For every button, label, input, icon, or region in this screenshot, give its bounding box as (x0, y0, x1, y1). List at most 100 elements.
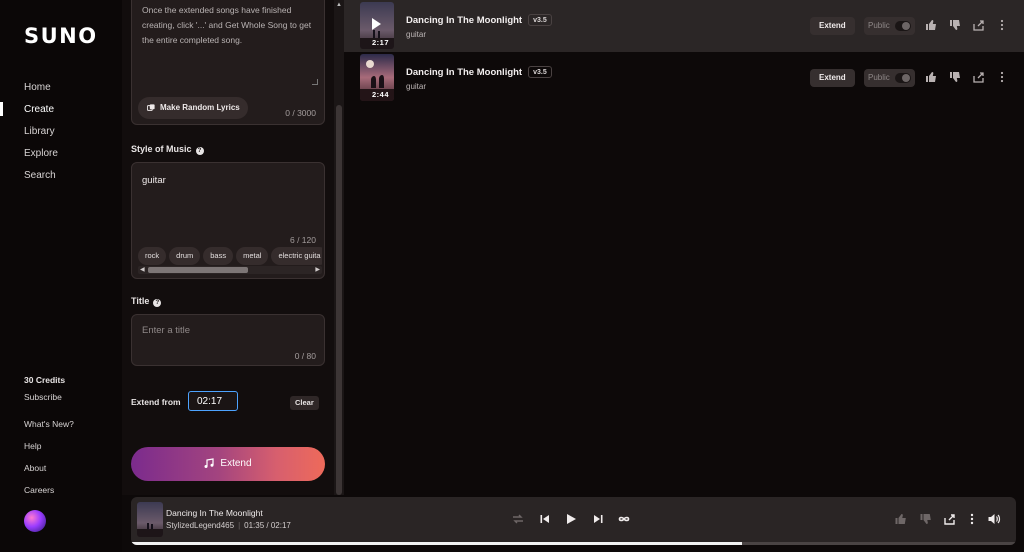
title-input[interactable] (142, 325, 312, 336)
version-badge: v3.5 (528, 66, 552, 78)
public-toggle[interactable]: Public (864, 17, 915, 35)
public-toggle[interactable]: Public (864, 69, 915, 87)
make-random-lyrics-button[interactable]: Make Random Lyrics (138, 97, 248, 119)
nav-active-indicator (0, 102, 3, 116)
thumbs-down-icon[interactable] (949, 71, 961, 83)
title-counter: 0 / 80 (294, 351, 316, 361)
user-avatar[interactable] (24, 510, 46, 532)
lyrics-counter: 0 / 3000 (285, 108, 316, 118)
lyrics-box[interactable]: Once the extended songs have finished cr… (131, 0, 325, 125)
song-cover[interactable]: 2:44 (360, 54, 394, 101)
toggle-switch[interactable] (895, 21, 911, 31)
share-icon[interactable] (943, 512, 957, 526)
chips-scrollbar[interactable]: ◀ ▶ (138, 266, 322, 274)
style-chips: rock drum bass metal electric guita (138, 245, 322, 265)
title-label: Title? (131, 296, 162, 307)
careers-link[interactable]: Careers (24, 485, 54, 495)
song-title-text: Dancing In The Moonlight (406, 15, 523, 26)
repeat-icon[interactable] (511, 512, 525, 526)
scroll-right-icon[interactable]: ▶ (315, 266, 320, 274)
song-title[interactable]: Dancing In The Moonlight v3.5 (406, 66, 552, 78)
song-row[interactable]: 2:44 Dancing In The Moonlight v3.5 guitar… (344, 52, 1024, 104)
player-artist[interactable]: StylizedLegend465 (166, 521, 234, 530)
thumbs-down-icon[interactable] (919, 512, 933, 526)
song-cover[interactable]: 2:17 (360, 2, 394, 49)
player-cover[interactable] (137, 502, 163, 537)
title-label-text: Title (131, 296, 150, 306)
share-icon[interactable] (973, 19, 985, 31)
extend-button-label: Extend (220, 458, 252, 469)
panel-scrollbar-thumb[interactable] (336, 105, 342, 495)
style-chip-electric-guitar[interactable]: electric guita (271, 247, 322, 265)
app: SUNO Home Create Library Explore Search … (0, 0, 1024, 552)
style-chip-drum[interactable]: drum (169, 247, 201, 265)
left-nav: SUNO Home Create Library Explore Search … (0, 0, 122, 552)
make-random-lyrics-label: Make Random Lyrics (160, 103, 240, 112)
song-title-text: Dancing In The Moonlight (406, 67, 523, 78)
extend-song-button[interactable]: Extend (810, 17, 855, 35)
help-icon[interactable]: ? (195, 147, 204, 155)
extend-from-input[interactable] (188, 391, 238, 411)
song-duration: 2:17 (372, 38, 390, 47)
nav-item-search[interactable]: Search (24, 170, 56, 181)
thumbs-up-icon[interactable] (925, 71, 937, 83)
extend-button[interactable]: Extend (131, 447, 325, 481)
thumbs-up-icon[interactable] (925, 19, 937, 31)
style-of-music-text: Style of Music (131, 144, 192, 154)
song-title[interactable]: Dancing In The Moonlight v3.5 (406, 14, 552, 26)
song-row[interactable]: 2:17 Dancing In The Moonlight v3.5 guitar… (344, 0, 1024, 52)
thumbs-up-icon[interactable] (894, 512, 908, 526)
share-icon[interactable] (973, 71, 985, 83)
toggle-switch[interactable] (895, 73, 911, 83)
player-time: 01:35 / 02:17 (244, 521, 291, 530)
volume-icon[interactable] (987, 512, 1001, 526)
player-cover-art (137, 502, 163, 537)
public-label: Public (868, 73, 890, 82)
song-style: guitar (406, 82, 427, 91)
resize-grip-icon[interactable] (312, 79, 318, 85)
scroll-up-icon[interactable]: ▲ (336, 2, 342, 8)
nav-item-library[interactable]: Library (24, 126, 55, 137)
lyrics-text[interactable]: Once the extended songs have finished cr… (142, 3, 320, 48)
player-song-title[interactable]: Dancing In The Moonlight (166, 508, 263, 518)
play-icon[interactable] (564, 512, 578, 526)
about-link[interactable]: About (24, 463, 46, 473)
playback-progress-bar[interactable] (131, 542, 1016, 545)
public-label: Public (868, 21, 890, 30)
clear-button[interactable]: Clear (290, 396, 319, 410)
style-chip-metal[interactable]: metal (236, 247, 269, 265)
nav-item-explore[interactable]: Explore (24, 148, 58, 159)
nav-item-home[interactable]: Home (24, 82, 51, 93)
style-of-music-input[interactable]: guitar (142, 175, 166, 186)
thumbs-down-icon[interactable] (949, 19, 961, 31)
extend-song-button[interactable]: Extend (810, 69, 855, 87)
more-options-icon[interactable] (996, 19, 1008, 31)
whats-new-link[interactable]: What's New? (24, 419, 74, 429)
style-chip-rock[interactable]: rock (138, 247, 167, 265)
scroll-left-icon[interactable]: ◀ (140, 266, 145, 274)
song-style: guitar (406, 30, 427, 39)
more-options-icon[interactable] (965, 512, 979, 526)
nav-item-create[interactable]: Create (24, 104, 54, 115)
title-box: 0 / 80 (131, 314, 325, 366)
help-icon[interactable]: ? (153, 299, 162, 307)
style-counter: 6 / 120 (290, 235, 316, 245)
credits-count: 30 Credits (24, 375, 66, 385)
play-icon[interactable] (372, 18, 381, 30)
subscribe-link[interactable]: Subscribe (24, 392, 62, 402)
style-of-music-label: Style of Music? (131, 144, 204, 155)
song-duration: 2:44 (372, 90, 390, 99)
version-badge: v3.5 (528, 14, 552, 26)
loop-infinity-icon[interactable] (617, 512, 631, 526)
panel-scrollbar[interactable]: ▲ (334, 0, 344, 495)
suno-logo[interactable]: SUNO (24, 24, 98, 48)
player-meta: StylizedLegend465 | 01:35 / 02:17 (166, 521, 291, 530)
style-chip-bass[interactable]: bass (203, 247, 234, 265)
style-of-music-box[interactable]: guitar 6 / 120 rock drum bass metal electric… (131, 162, 325, 279)
help-link[interactable]: Help (24, 441, 41, 451)
previous-icon[interactable] (538, 512, 552, 526)
chips-scrollbar-thumb[interactable] (148, 267, 248, 273)
extend-from-label: Extend from (131, 397, 181, 407)
more-options-icon[interactable] (996, 71, 1008, 83)
next-icon[interactable] (591, 512, 605, 526)
